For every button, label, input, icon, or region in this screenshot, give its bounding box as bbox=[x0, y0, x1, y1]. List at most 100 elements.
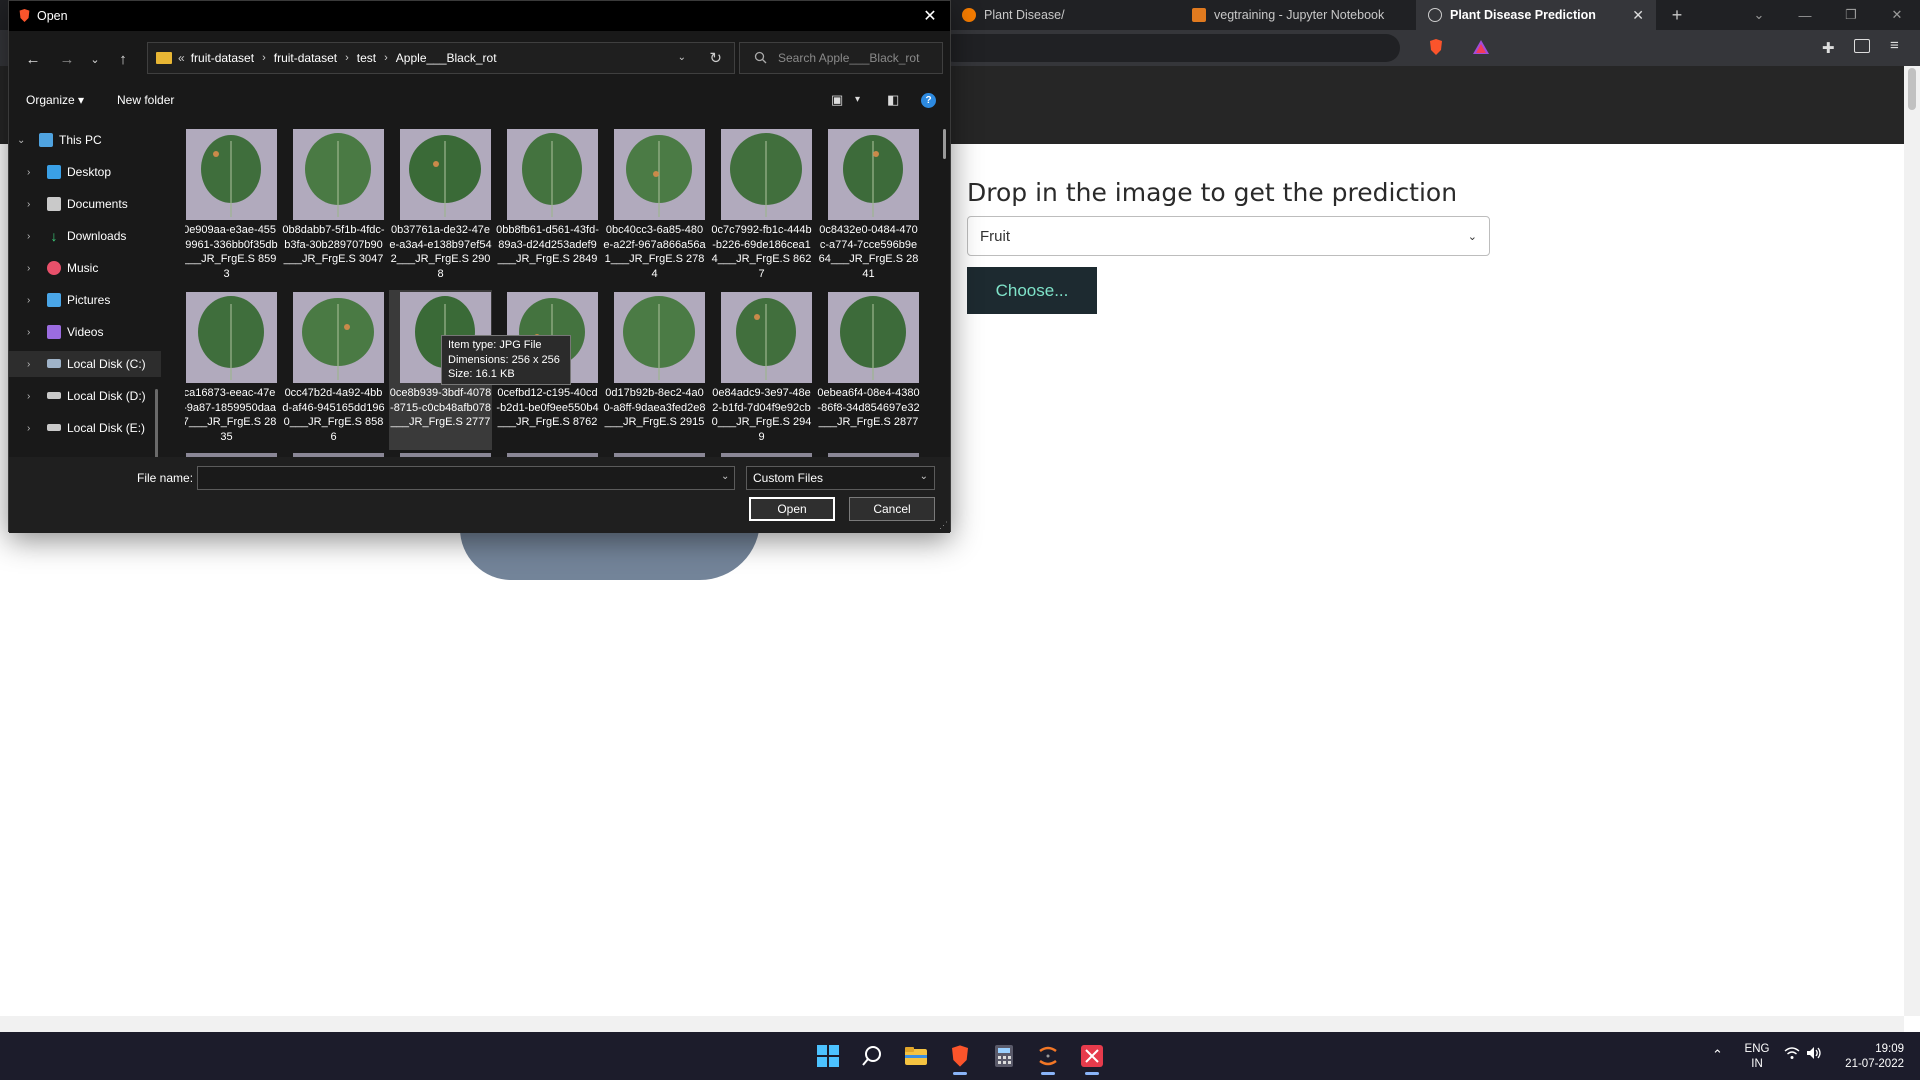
file-item[interactable]: 0bb8fb61-d561-43fd-89a3-d24d253adef9___J… bbox=[496, 127, 599, 287]
nav-item-pictures[interactable]: › Pictures bbox=[9, 287, 161, 313]
address-bar[interactable]: « fruit-dataset › fruit-dataset › test ›… bbox=[147, 42, 735, 74]
choose-file-button[interactable]: Choose... bbox=[967, 267, 1097, 314]
file-item[interactable]: 0b37761a-de32-47ee-a3a4-e138b97ef542___J… bbox=[389, 127, 492, 287]
scrollbar-thumb[interactable] bbox=[1908, 68, 1916, 110]
file-item[interactable]: 0ebea6f4-08e4-4380-86f8-34d854697e32___J… bbox=[817, 290, 920, 450]
search-icon bbox=[754, 51, 767, 67]
brave-browser-icon[interactable] bbox=[944, 1040, 976, 1075]
windows-start-icon[interactable] bbox=[812, 1040, 844, 1072]
nav-item-local-disk-d[interactable]: › Local Disk (D:) bbox=[9, 383, 161, 409]
chevron-down-icon[interactable]: ⌄ bbox=[17, 135, 25, 146]
search-input[interactable]: Search Apple___Black_rot bbox=[739, 42, 943, 74]
chevron-down-icon[interactable]: ⌄ bbox=[678, 52, 686, 63]
refresh-icon[interactable]: ↻ bbox=[709, 49, 722, 67]
extensions-icon[interactable]: ✚ bbox=[1822, 39, 1835, 57]
tab-plant-disease[interactable]: Plant Disease/ bbox=[950, 0, 1180, 30]
category-select[interactable]: Fruit ⌄ bbox=[967, 216, 1490, 256]
breadcrumb-item[interactable]: Apple___Black_rot bbox=[396, 51, 497, 65]
forward-arrow-icon[interactable]: → bbox=[55, 47, 79, 71]
clock[interactable]: 19:09 21-07-2022 bbox=[1836, 1042, 1904, 1072]
file-name: 0ce8b939-3bdf-4078-8715-c0cb48afb078___J… bbox=[389, 387, 492, 428]
restore-icon[interactable]: ❐ bbox=[1828, 0, 1874, 30]
chevron-right-icon[interactable]: › bbox=[384, 52, 388, 64]
file-item[interactable]: 0c8432e0-0484-470c-a774-7cce596b9e64___J… bbox=[817, 127, 920, 287]
recent-locations-chevron-icon[interactable]: ⌄ bbox=[83, 47, 107, 71]
menu-icon[interactable]: ≡ bbox=[1890, 37, 1899, 54]
view-options-icon[interactable]: ▣ bbox=[831, 92, 843, 108]
chevron-right-icon[interactable]: › bbox=[27, 263, 30, 274]
tab-plant-disease-prediction[interactable]: Plant Disease Prediction ✕ bbox=[1416, 0, 1656, 30]
url-bar[interactable] bbox=[940, 34, 1400, 62]
chevron-down-icon[interactable]: ⌄ bbox=[1736, 0, 1782, 30]
resize-grip-icon[interactable]: ⋰ bbox=[939, 520, 948, 531]
volume-icon[interactable] bbox=[1806, 1046, 1822, 1063]
brave-rewards-icon[interactable] bbox=[1472, 39, 1490, 55]
organize-button[interactable]: Organize ▾ bbox=[26, 93, 84, 107]
breadcrumb-overflow[interactable]: « bbox=[178, 51, 185, 65]
file-item[interactable]: 00e909aa-e3ae-4558-9961-336bb0f35db3___J… bbox=[185, 127, 278, 287]
nav-item-local-disk-e[interactable]: › Local Disk (E:) bbox=[9, 415, 161, 441]
nav-item-downloads[interactable]: › ↓ Downloads bbox=[9, 223, 161, 249]
breadcrumb-item[interactable]: fruit-dataset bbox=[274, 51, 337, 65]
nav-item-music[interactable]: › Music bbox=[9, 255, 161, 281]
snipping-tool-icon[interactable] bbox=[1076, 1040, 1108, 1075]
chevron-right-icon[interactable]: › bbox=[262, 52, 266, 64]
file-type-select[interactable]: Custom Files ⌄ bbox=[746, 466, 935, 490]
nav-item-desktop[interactable]: › Desktop bbox=[9, 159, 161, 185]
chevron-right-icon[interactable]: › bbox=[27, 231, 30, 242]
close-window-icon[interactable]: ✕ bbox=[1874, 0, 1920, 30]
wifi-icon[interactable] bbox=[1784, 1046, 1800, 1063]
close-icon[interactable]: ✕ bbox=[1632, 7, 1644, 24]
back-arrow-icon[interactable]: ← bbox=[21, 47, 45, 71]
file-grid-scrollbar[interactable] bbox=[943, 129, 946, 159]
wallet-icon[interactable] bbox=[1854, 39, 1870, 53]
cancel-button[interactable]: Cancel bbox=[849, 497, 935, 521]
file-item[interactable]: 0cc47b2d-4a92-4bbd-af46-945165dd1960___J… bbox=[282, 290, 385, 450]
nav-item-videos[interactable]: › Videos bbox=[9, 319, 161, 345]
tab-vegtraining[interactable]: vegtraining - Jupyter Notebook bbox=[1180, 0, 1420, 30]
jupyter-icon[interactable] bbox=[1032, 1040, 1064, 1075]
chevron-right-icon[interactable]: › bbox=[345, 52, 349, 64]
nav-item-this-pc[interactable]: ⌄ This PC bbox=[9, 127, 161, 153]
file-name-input[interactable] bbox=[197, 466, 735, 490]
file-item[interactable]: 0ca16873-eeac-47e9-9a87-1859950daab7___J… bbox=[185, 290, 278, 450]
chevron-right-icon[interactable]: › bbox=[27, 295, 30, 306]
page-scrollbar-horizontal[interactable] bbox=[0, 1016, 1904, 1032]
language-indicator[interactable]: ENG IN bbox=[1742, 1042, 1772, 1072]
nav-pane-scrollbar[interactable] bbox=[155, 389, 158, 457]
file-name: 0c7c7992-fb1c-444b-b226-69de186cea14___J… bbox=[711, 224, 812, 280]
search-placeholder: Search Apple___Black_rot bbox=[778, 51, 920, 65]
chevron-right-icon[interactable]: › bbox=[27, 359, 30, 370]
dialog-title-bar[interactable]: Open ✕ bbox=[9, 1, 950, 31]
file-item[interactable]: 0b8dabb7-5f1b-4fdc-b3fa-30b289707b90___J… bbox=[282, 127, 385, 287]
brave-shield-icon[interactable] bbox=[1428, 38, 1444, 56]
nav-item-local-disk-c[interactable]: › Local Disk (C:) bbox=[9, 351, 161, 377]
open-button[interactable]: Open bbox=[749, 497, 835, 521]
chevron-right-icon[interactable]: › bbox=[27, 423, 30, 434]
file-explorer-icon[interactable] bbox=[900, 1040, 932, 1072]
minimize-icon[interactable]: — bbox=[1782, 0, 1828, 30]
chevron-right-icon[interactable]: › bbox=[27, 167, 30, 178]
up-arrow-icon[interactable]: ↑ bbox=[111, 47, 135, 71]
breadcrumb-item[interactable]: fruit-dataset bbox=[191, 51, 254, 65]
new-folder-button[interactable]: New folder bbox=[117, 93, 174, 107]
nav-item-documents[interactable]: › Documents bbox=[9, 191, 161, 217]
show-hidden-icons-icon[interactable]: ⌃ bbox=[1712, 1047, 1723, 1063]
breadcrumb-item[interactable]: test bbox=[357, 51, 376, 65]
close-icon[interactable]: ✕ bbox=[910, 1, 950, 31]
chevron-right-icon[interactable]: › bbox=[27, 391, 30, 402]
new-tab-button[interactable]: + bbox=[1662, 0, 1692, 30]
file-item[interactable]: 0d17b92b-8ec2-4a00-a8ff-9daea3fed2e8___J… bbox=[603, 290, 706, 450]
file-item[interactable]: 0c7c7992-fb1c-444b-b226-69de186cea14___J… bbox=[710, 127, 813, 287]
chevron-down-icon[interactable]: ⌄ bbox=[721, 471, 729, 482]
help-icon[interactable]: ? bbox=[921, 93, 936, 108]
chevron-down-icon[interactable]: ▾ bbox=[855, 94, 860, 105]
file-item[interactable]: 0bc40cc3-6a85-480e-a22f-967a866a56a1___J… bbox=[603, 127, 706, 287]
chevron-right-icon[interactable]: › bbox=[27, 199, 30, 210]
page-scrollbar-vertical[interactable] bbox=[1904, 66, 1920, 1016]
chevron-right-icon[interactable]: › bbox=[27, 327, 30, 338]
search-icon[interactable] bbox=[856, 1040, 888, 1072]
file-item[interactable]: 0e84adc9-3e97-48e2-b1fd-7d04f9e92cb0___J… bbox=[710, 290, 813, 450]
preview-pane-icon[interactable]: ◧ bbox=[887, 92, 899, 108]
calculator-icon[interactable] bbox=[988, 1040, 1020, 1072]
